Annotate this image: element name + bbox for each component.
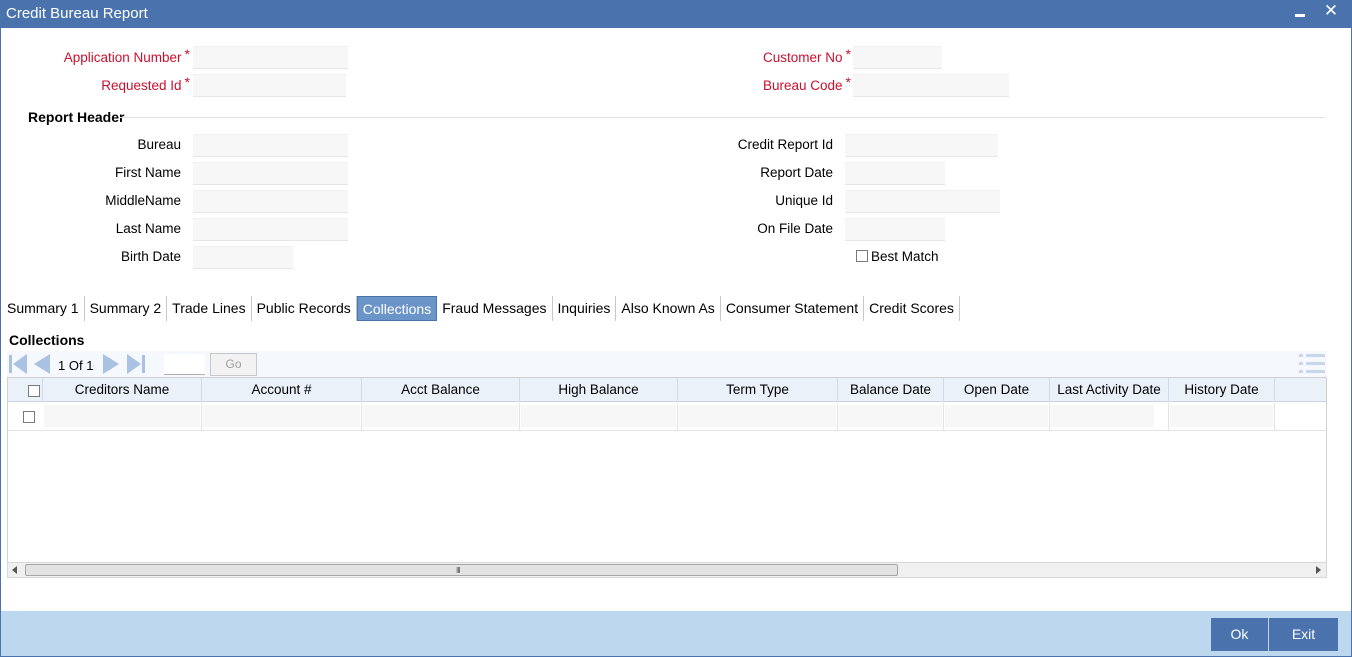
high-balance-cell[interactable]	[520, 403, 678, 431]
bureau-label: Bureau	[137, 137, 181, 152]
tab-fraud-messages[interactable]: Fraud Messages	[437, 296, 553, 321]
collections-grid: Creditors Name Account # Acct Balance Hi…	[7, 377, 1327, 563]
tab-summary-1[interactable]: Summary 1	[2, 296, 85, 321]
column-header[interactable]: High Balance	[520, 378, 678, 402]
cell-value	[839, 405, 942, 427]
scrollbar-grip: III	[456, 566, 461, 575]
report-date-field[interactable]	[845, 162, 945, 185]
column-header[interactable]: Acct Balance	[362, 378, 520, 402]
tab-consumer-statement[interactable]: Consumer Statement	[721, 296, 865, 321]
tab-bar: Summary 1 Summary 2 Trade Lines Public R…	[2, 296, 960, 322]
cell-value	[203, 405, 360, 427]
cell-value	[1170, 405, 1273, 427]
last-page-icon[interactable]	[126, 354, 148, 374]
minimize-button[interactable]	[1288, 0, 1312, 28]
grid-header-row: Creditors Name Account # Acct Balance Hi…	[8, 378, 1326, 402]
select-all-checkbox[interactable]	[28, 385, 40, 397]
grid-toolbar: 1 Of 1 Go	[7, 351, 1327, 377]
exit-button[interactable]: Exit	[1269, 618, 1338, 651]
report-date-label: Report Date	[760, 165, 833, 180]
application-number-label: Application Number *	[63, 46, 190, 65]
collections-title: Collections	[9, 332, 85, 348]
report-header-title: Report Header	[28, 109, 125, 125]
section-divider	[120, 117, 1325, 118]
tab-summary-2[interactable]: Summary 2	[85, 296, 168, 321]
best-match-label: Best Match	[871, 249, 939, 264]
cell-value	[945, 405, 1048, 427]
column-header[interactable]: Last Activity Date	[1050, 378, 1169, 402]
tab-public-records[interactable]: Public Records	[252, 296, 357, 321]
on-file-date-field[interactable]	[845, 218, 945, 241]
last-name-field[interactable]	[193, 218, 348, 241]
term-type-cell[interactable]	[678, 403, 838, 431]
on-file-date-label: On File Date	[757, 221, 833, 236]
scrollbar-thumb[interactable]: III	[25, 564, 898, 576]
window-title: Credit Bureau Report	[6, 5, 148, 22]
birth-date-label: Birth Date	[120, 249, 181, 264]
account-cell[interactable]	[202, 403, 362, 431]
middle-name-label: MiddleName	[105, 193, 181, 208]
balance-date-cell[interactable]	[838, 403, 944, 431]
row-checkbox[interactable]	[23, 411, 35, 423]
column-header[interactable]: Term Type	[678, 378, 838, 402]
column-header[interactable]: History Date	[1169, 378, 1275, 402]
first-name-field[interactable]	[193, 162, 348, 185]
unique-id-label: Unique Id	[775, 193, 833, 208]
tab-trade-lines[interactable]: Trade Lines	[167, 296, 252, 321]
bureau-code-field[interactable]	[853, 74, 1009, 97]
last-activity-date-cell[interactable]	[1050, 403, 1169, 431]
cell-value	[679, 405, 836, 427]
minimize-icon	[1295, 14, 1305, 17]
first-name-label: First Name	[114, 165, 181, 180]
page-indicator: 1 Of 1	[58, 358, 94, 373]
tab-collections[interactable]: Collections	[356, 296, 438, 321]
requested-id-label: Requested Id *	[101, 74, 190, 93]
customer-no-field[interactable]	[853, 46, 942, 69]
next-page-icon[interactable]	[102, 354, 122, 374]
middle-name-field[interactable]	[193, 190, 348, 213]
last-name-label: Last Name	[115, 221, 181, 236]
requested-id-field[interactable]	[193, 74, 346, 97]
ok-button[interactable]: Ok	[1211, 618, 1268, 651]
cell-value	[1051, 405, 1154, 427]
application-number-field[interactable]	[193, 46, 348, 69]
birth-date-field[interactable]	[193, 246, 293, 269]
history-date-cell[interactable]	[1169, 403, 1275, 431]
cell-value	[44, 405, 200, 427]
close-button[interactable]: ✕	[1319, 0, 1343, 28]
bureau-field[interactable]	[193, 134, 348, 157]
credit-report-id-field[interactable]	[845, 134, 998, 157]
table-row[interactable]	[8, 403, 1326, 431]
unique-id-field[interactable]	[845, 190, 1000, 213]
go-button[interactable]: Go	[210, 353, 257, 376]
column-header[interactable]: Account #	[202, 378, 362, 402]
bureau-code-label: Bureau Code *	[762, 74, 851, 93]
horizontal-scrollbar[interactable]: III	[7, 562, 1327, 578]
tab-inquiries[interactable]: Inquiries	[553, 296, 617, 321]
credit-report-id-label: Credit Report Id	[737, 137, 833, 152]
tab-credit-scores[interactable]: Credit Scores	[864, 296, 960, 321]
column-menu-icon[interactable]	[1299, 353, 1325, 375]
cell-value	[521, 405, 676, 427]
previous-page-icon[interactable]	[32, 354, 52, 374]
acct-balance-cell[interactable]	[362, 403, 520, 431]
close-icon: ✕	[1323, 1, 1339, 20]
first-page-icon[interactable]	[9, 354, 29, 374]
best-match-checkbox[interactable]	[856, 250, 868, 262]
scroll-left-icon[interactable]	[12, 566, 17, 574]
column-header[interactable]: Balance Date	[838, 378, 944, 402]
footer-bar: Ok Exit	[1, 611, 1351, 656]
header-select-cell	[8, 378, 43, 402]
cell-value	[363, 405, 518, 427]
page-number-input[interactable]	[164, 354, 205, 375]
open-date-cell[interactable]	[944, 403, 1050, 431]
customer-no-label: Customer No *	[763, 46, 851, 65]
row-select-cell	[8, 403, 43, 431]
creditors-name-cell[interactable]	[43, 403, 202, 431]
column-header[interactable]: Open Date	[944, 378, 1050, 402]
column-header[interactable]: Creditors Name	[43, 378, 202, 402]
tab-also-known-as[interactable]: Also Known As	[616, 296, 721, 321]
title-bar: Credit Bureau Report ✕	[0, 0, 1352, 28]
scroll-right-icon[interactable]	[1316, 566, 1321, 574]
